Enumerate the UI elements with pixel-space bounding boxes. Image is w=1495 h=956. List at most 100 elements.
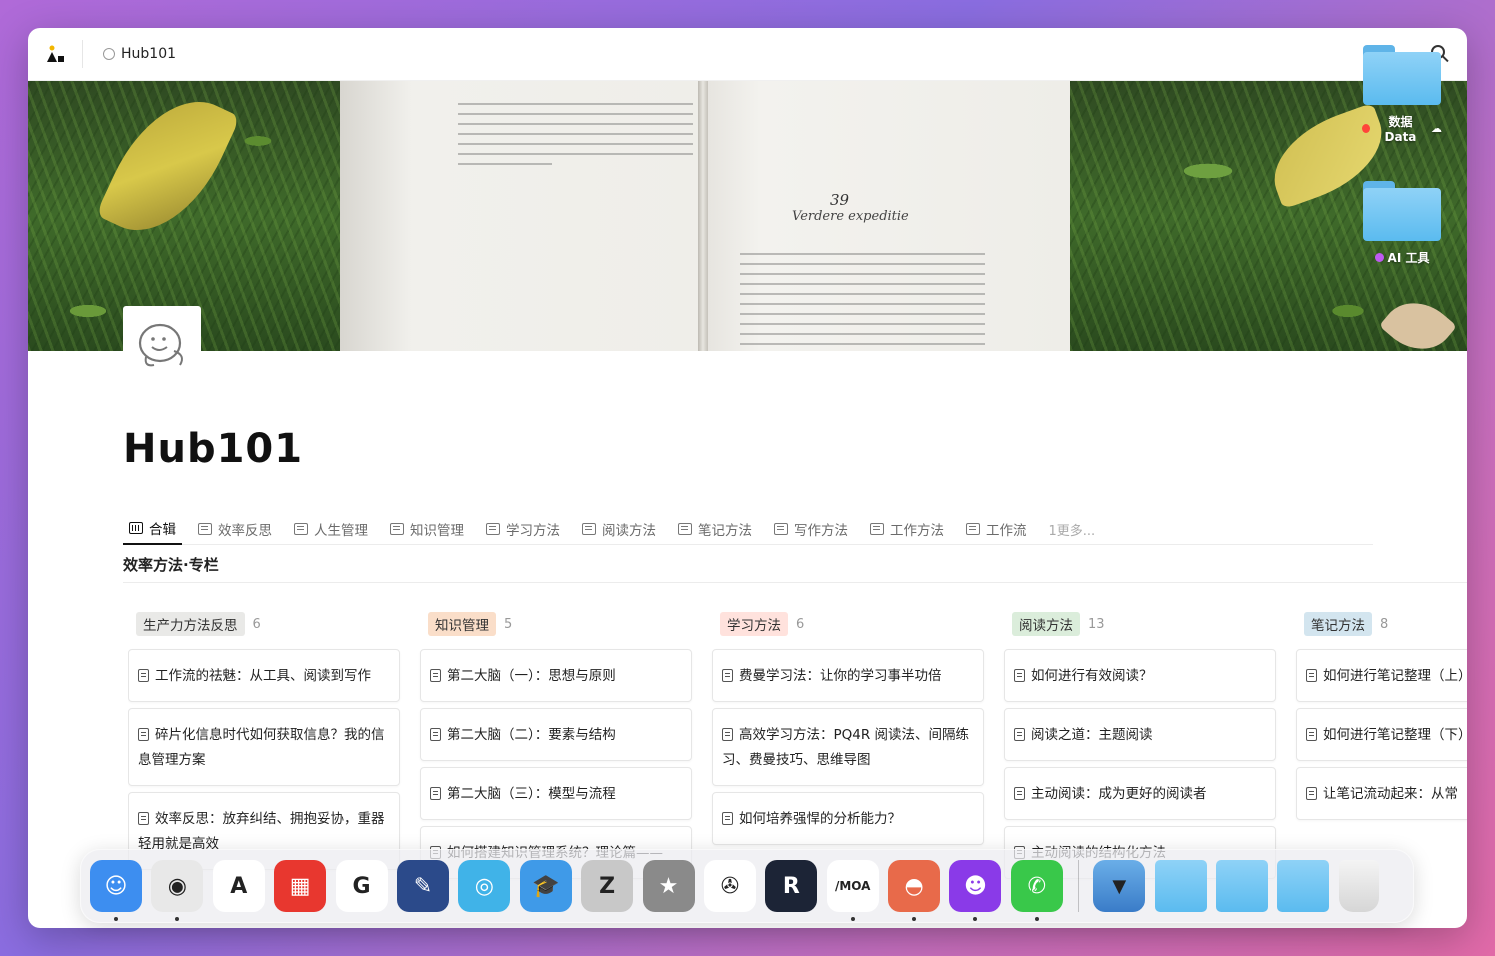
desktop-folder-ai[interactable]: AI 工具 (1362, 181, 1442, 266)
section-title: 效率方法·专栏 (123, 556, 219, 574)
document-icon (138, 669, 149, 682)
topbar-divider (82, 40, 83, 68)
card-title: 碎片化信息时代如何获取信息？我的信息管理方案 (138, 727, 385, 768)
tab-label: 知识管理 (410, 523, 464, 539)
tab-7[interactable]: 写作方法 (768, 514, 854, 545)
app-g-icon[interactable]: G (335, 860, 388, 912)
board-card[interactable]: 费曼学习法：让你的学习事半功倍 (712, 649, 984, 702)
tab-label: 写作方法 (794, 523, 848, 539)
column-header[interactable]: 生产力方法反思 6 (128, 610, 400, 638)
card-title: 如何进行有效阅读？ (1031, 668, 1153, 684)
board-card[interactable]: 阅读之道：主题阅读 (1004, 708, 1276, 761)
folder-icon[interactable] (1154, 860, 1207, 912)
edu-icon[interactable]: 🎓 (519, 860, 572, 912)
board-column: 生产力方法反思 6 工作流的祛魅：从工具、阅读到写作碎片化信息时代如何获取信息？我的… (128, 610, 400, 876)
tab-2[interactable]: 人生管理 (288, 514, 374, 545)
finder-icon[interactable]: ☺ (90, 860, 142, 921)
page-avatar-icon[interactable] (123, 306, 201, 384)
arc-icon[interactable]: A (212, 860, 265, 912)
zotero-icon[interactable]: Z (581, 860, 634, 912)
board-card[interactable]: 如何培养强悍的分析能力？ (712, 792, 984, 845)
workspace-logo-icon[interactable] (44, 43, 66, 65)
card-title: 如何培养强悍的分析能力？ (739, 811, 901, 827)
column-header[interactable]: 阅读方法 13 (1004, 610, 1276, 638)
document-icon (1014, 728, 1025, 741)
sync-icon[interactable]: ◎ (458, 860, 511, 912)
tag-dot (1374, 253, 1384, 262)
notes-pen-icon[interactable]: ✎ (396, 860, 449, 912)
board-card[interactable]: 碎片化信息时代如何获取信息？我的信息管理方案 (128, 708, 400, 786)
tab-0[interactable]: 合辑 (123, 514, 182, 545)
column-tag: 生产力方法反思 (136, 612, 245, 636)
view-tabs: 合辑 效率反思 人生管理 知识管理 学习方法 阅读方法 笔记方法 写作方法 工作方法 工作流 1更多… (123, 514, 1373, 545)
column-count: 5 (504, 616, 513, 632)
flomo-icon[interactable]: ▦ (274, 860, 327, 912)
board-card[interactable]: 主动阅读：成为更好的阅读者 (1004, 767, 1276, 820)
board-card[interactable]: 如何进行笔记整理（上）记录法 (1296, 649, 1467, 702)
running-indicator (1034, 917, 1039, 921)
tab-3[interactable]: 知识管理 (384, 514, 470, 545)
running-indicator (175, 917, 180, 921)
downloads-tray-icon[interactable]: ▼ (1093, 860, 1146, 912)
open-book: 39 Verdere expeditie (340, 81, 1070, 351)
tab-label: 阅读方法 (602, 523, 656, 539)
document-icon (722, 812, 733, 825)
reeder-icon[interactable]: R (765, 860, 818, 912)
card-title: 效率反思：放弃纠结、拥抱妥协，重器轻用就是高效 (138, 811, 385, 852)
card-title: 让笔记流动起来：从常 (1323, 786, 1458, 802)
document-icon (722, 728, 733, 741)
photo-star-icon[interactable]: ★ (642, 860, 695, 912)
column-header[interactable]: 学习方法 6 (712, 610, 984, 638)
board-column: 阅读方法13如何进行有效阅读？阅读之道：主题阅读主动阅读：成为更好的阅读者主动阅… (1004, 610, 1276, 885)
document-icon (430, 787, 441, 800)
card-title: 如何进行笔记整理（上）记录法 (1323, 668, 1467, 684)
column-tag: 阅读方法 (1012, 612, 1080, 636)
running-indicator (114, 917, 118, 921)
board-card[interactable]: 第二大脑（二）：要素与结构 (420, 708, 692, 761)
macos-dock: ☺ ◉ A ▦ G ✎ ◎ 🎓 Z ★ ✇ R/MOA ◓ ☻ ✆ ▼ (80, 849, 1414, 923)
card-title: 高效学习方法：PQ4R 阅读法、间隔练习、费曼技巧、思维导图 (722, 727, 970, 768)
tab-label: 合辑 (149, 522, 176, 538)
folder-icon[interactable] (1216, 860, 1269, 912)
tab-6[interactable]: 笔记方法 (672, 514, 758, 545)
desktop-folder-data[interactable]: 数据 Data ☁ (1362, 45, 1442, 144)
sunset-icon[interactable]: ◓ (888, 860, 941, 921)
board-card[interactable]: 第二大脑（一）：思想与原则 (420, 649, 692, 702)
moa-icon[interactable]: /MOA (826, 860, 879, 921)
column-tag: 知识管理 (428, 612, 496, 636)
list-view-icon (294, 523, 308, 535)
breadcrumb[interactable]: Hub101 (103, 46, 176, 62)
board-card[interactable]: 第二大脑（三）：模型与流程 (420, 767, 692, 820)
more-tabs-button[interactable]: 1更多... (1043, 520, 1096, 539)
tab-5[interactable]: 阅读方法 (576, 514, 662, 545)
chrome-icon[interactable]: ◉ (151, 860, 204, 921)
board-card[interactable]: 让笔记流动起来：从常 (1296, 767, 1467, 820)
column-header[interactable]: 笔记方法 8 (1296, 610, 1467, 638)
board-card[interactable]: 如何进行笔记整理（下）模版 (1296, 708, 1467, 761)
aperture-icon[interactable]: ✇ (703, 860, 756, 912)
bot-icon[interactable]: ☻ (949, 860, 1002, 921)
dock-separator (1078, 860, 1080, 912)
column-header[interactable]: 知识管理 5 (420, 610, 692, 638)
board-card[interactable]: 如何进行有效阅读？ (1004, 649, 1276, 702)
tab-label: 笔记方法 (698, 523, 752, 539)
list-view-icon (966, 523, 980, 535)
board-card[interactable]: 工作流的祛魅：从工具、阅读到写作 (128, 649, 400, 702)
document-icon (1306, 787, 1317, 800)
list-view-icon (678, 523, 692, 535)
board-view-icon (129, 522, 143, 534)
list-view-icon (486, 523, 500, 535)
tab-1[interactable]: 效率反思 (192, 514, 278, 545)
trash-icon[interactable] (1338, 860, 1379, 912)
tab-9[interactable]: 工作流 (960, 514, 1033, 545)
running-indicator (912, 917, 917, 921)
folder-label: AI 工具 (1387, 251, 1430, 265)
tab-4[interactable]: 学习方法 (480, 514, 566, 545)
board-card[interactable]: 高效学习方法：PQ4R 阅读法、间隔练习、费曼技巧、思维导图 (712, 708, 984, 786)
card-title: 费曼学习法：让你的学习事半功倍 (739, 668, 942, 684)
document-icon (1014, 787, 1025, 800)
folder-icon[interactable] (1277, 860, 1330, 912)
wechat-icon[interactable]: ✆ (1010, 860, 1063, 921)
tag-dot (1362, 124, 1370, 133)
tab-8[interactable]: 工作方法 (864, 514, 950, 545)
